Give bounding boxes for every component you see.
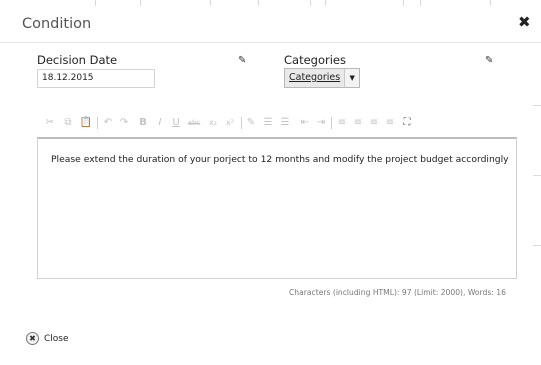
close-button[interactable]: ✖ Close [26,332,69,345]
background-divider [210,0,211,6]
bullet-list-icon[interactable]: ☰ [279,116,291,130]
toolbar-separator [97,117,98,129]
toolbar-separator [241,117,242,129]
categories-label: Categories [284,53,346,67]
outdent-icon[interactable]: ⇤ [299,116,311,130]
justify-icon[interactable]: ≡ [384,116,396,130]
decision-date-field[interactable]: 18.12.2015 [37,69,155,88]
dialog-title: Condition [22,16,92,32]
background-divider [258,0,259,6]
superscript-icon[interactable]: x² [223,116,237,130]
italic-icon[interactable]: I [155,116,165,130]
background-divider [533,245,541,246]
align-right-icon[interactable]: ≡ [368,116,380,130]
redo-icon[interactable]: ↷ [118,116,130,130]
background-divider [533,175,541,176]
close-button-label: Close [44,333,69,344]
editor-content[interactable]: Please extend the duration of your porje… [51,154,509,165]
header-divider [0,42,541,43]
background-divider [533,105,541,106]
editor-toolbar: ✂ ⧉ 📋 ↶ ↷ B I U abc x₂ x² ✎ ☰ ☰ ⇤ ⇥ ≡ ≡ … [44,116,444,130]
background-divider [403,0,404,6]
copy-icon[interactable]: ⧉ [62,116,74,130]
strikethrough-icon[interactable]: abc [185,116,203,130]
background-divider [325,0,326,6]
cut-icon[interactable]: ✂ [44,116,56,130]
categories-dropdown[interactable]: Categories ▼ [284,68,361,88]
underline-icon[interactable]: U [171,116,181,130]
decision-date-label: Decision Date [37,53,118,67]
align-center-icon[interactable]: ≡ [352,116,364,130]
chevron-down-icon[interactable]: ▼ [344,69,360,87]
close-icon: ✖ [26,332,39,345]
edit-decision-date-icon[interactable]: ✎ [238,55,246,66]
categories-dropdown-value: Categories [289,72,341,83]
bold-icon[interactable]: B [138,116,148,130]
subscript-icon[interactable]: x₂ [206,116,220,130]
background-divider [310,0,311,6]
numbered-list-icon[interactable]: ☰ [262,116,274,130]
indent-icon[interactable]: ⇥ [315,116,327,130]
remove-format-icon[interactable]: ✎ [245,116,257,130]
background-divider [95,0,96,6]
character-counter: Characters (including HTML): 97 (Limit: … [289,288,506,297]
align-left-icon[interactable]: ≡ [336,116,348,130]
undo-icon[interactable]: ↶ [102,116,114,130]
edit-categories-icon[interactable]: ✎ [485,55,493,66]
background-divider [420,0,421,6]
background-divider [490,0,491,6]
maximize-icon[interactable]: ⛶ [400,116,414,130]
background-divider [140,0,141,6]
paste-icon[interactable]: 📋 [79,116,93,130]
toolbar-separator [331,117,332,129]
close-icon[interactable]: ✖ [518,13,531,31]
rich-text-editor[interactable]: Please extend the duration of your porje… [37,137,517,279]
